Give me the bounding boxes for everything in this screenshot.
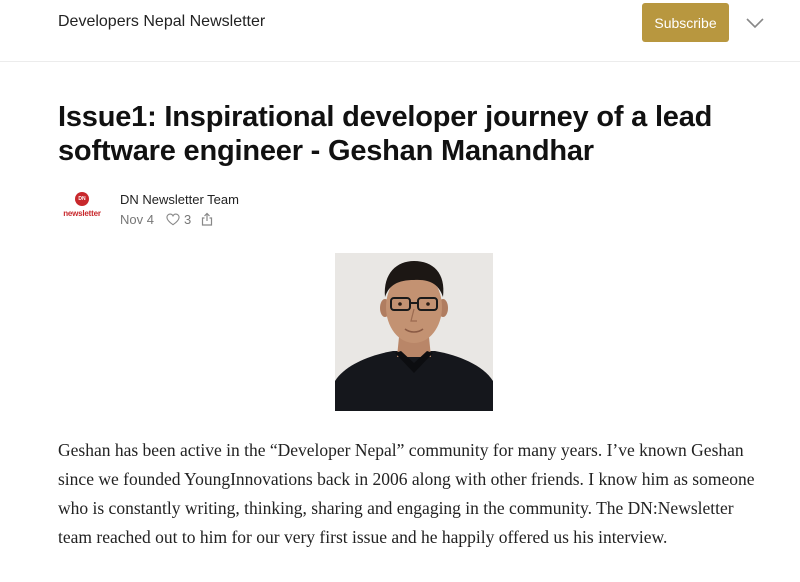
portrait-illustration (335, 253, 493, 411)
like-button[interactable]: 3 (166, 212, 191, 227)
top-navigation-bar: Developers Nepal Newsletter Subscribe (0, 0, 800, 62)
logo-badge: DN (75, 192, 89, 206)
share-icon (202, 212, 213, 226)
publication-logo[interactable]: DN newsletter (58, 192, 106, 226)
post-meta: Nov 4 3 (120, 210, 213, 228)
author-name[interactable]: DN Newsletter Team (120, 192, 239, 207)
like-count: 3 (183, 211, 192, 227)
subscribe-button[interactable]: Subscribe (642, 3, 729, 42)
publication-name[interactable]: Developers Nepal Newsletter (58, 13, 265, 31)
post-body-paragraph: Geshan has been active in the “Developer… (58, 440, 755, 547)
byline: DN newsletter DN Newsletter Team Nov 4 3 (58, 190, 458, 230)
heart-icon (166, 212, 180, 225)
post-title: Issue1: Inspirational developer journey … (58, 101, 713, 167)
author-photo[interactable] (335, 253, 493, 411)
chevron-down-icon[interactable] (744, 12, 766, 34)
logo-wordmark: newsletter (63, 209, 101, 218)
post-date: Nov 4 (120, 211, 154, 227)
share-button[interactable] (201, 212, 213, 226)
